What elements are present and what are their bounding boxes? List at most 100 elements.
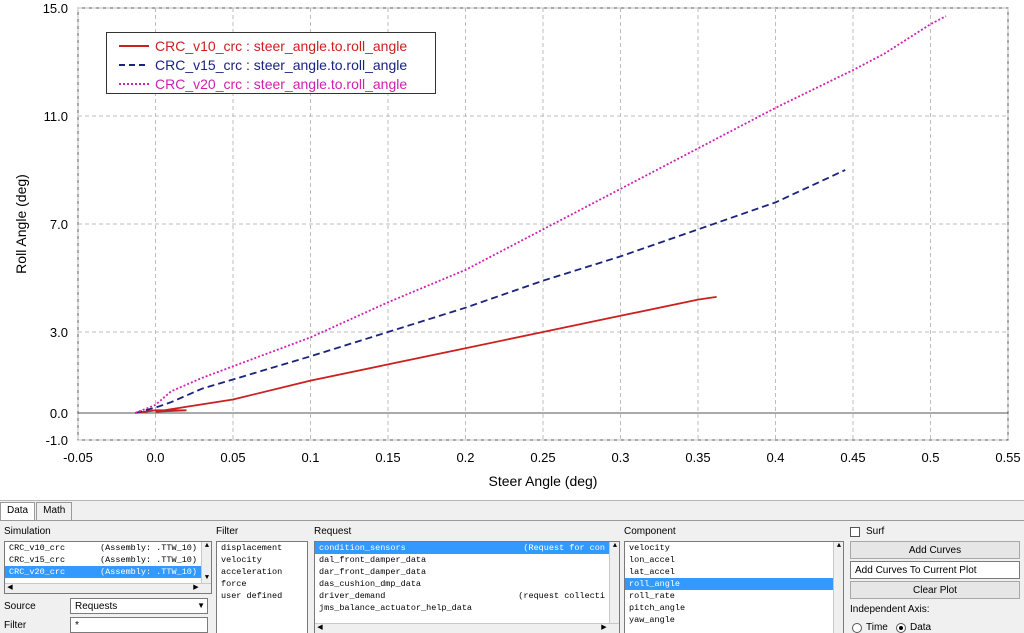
independent-axis-label: Independent Axis: [850,604,930,615]
radio-data[interactable] [896,623,906,633]
list-item[interactable]: condition_sensors (Request for con [315,542,619,554]
x-tick-label: 0.2 [456,450,474,465]
request-list[interactable]: condition_sensors (Request for con dal_fro… [314,541,620,633]
list-item[interactable]: dal_front_damper_data [315,554,619,566]
legend-label-v20: CRC_v20_crc : steer_angle.to.roll_angle [155,75,408,92]
x-tick-label: 0.4 [766,450,784,465]
simulation-vscroll[interactable]: ▲ ▼ [201,542,211,583]
list-item-detail: (Assembly: .TTW_10) [100,555,197,565]
y-tick-label: 0.0 [50,406,68,421]
x-tick-label: 0.5 [921,450,939,465]
component-list[interactable]: velocity lon_accel lat_accel roll_angle roll… [624,541,844,633]
legend-line-solid-icon [119,44,149,47]
list-item[interactable]: user defined [217,590,307,602]
scroll-down-icon[interactable]: ▼ [202,574,211,583]
scroll-left-icon[interactable]: ◀ [5,584,15,593]
list-item[interactable]: velocity [625,542,843,554]
scroll-up-icon[interactable]: ▲ [202,542,211,551]
list-item-name: lon_accel [629,555,675,565]
list-item-name: velocity [221,555,262,565]
radio-time-label: Time [866,622,888,633]
scroll-up-icon[interactable]: ▲ [834,542,843,551]
list-item[interactable]: roll_angle [625,578,843,590]
list-item-name: lat_accel [629,567,675,577]
chevron-down-icon: ▼ [197,601,205,610]
list-item-name: condition_sensors [319,543,406,553]
y-tick-label: 11.0 [44,109,68,124]
list-item[interactable]: CRC_v20_crc (Assembly: .TTW_10) [5,566,211,578]
add-curves-button[interactable]: Add Curves [850,541,1020,559]
x-tick-label: -0.05 [63,450,93,465]
simulation-label: Simulation [4,526,51,537]
clear-plot-button[interactable]: Clear Plot [850,581,1020,599]
add-mode-value: Add Curves To Current Plot [855,564,977,576]
list-item-name: CRC_v10_crc [9,543,66,553]
list-item[interactable]: lat_accel [625,566,843,578]
scroll-up-icon[interactable]: ▲ [610,542,619,551]
surf-label: Surf [866,526,885,537]
list-item[interactable]: lon_accel [625,554,843,566]
scroll-right-icon[interactable]: ▶ [191,584,201,593]
chart-legend: CRC_v10_crc : steer_angle.to.roll_angle … [106,32,436,94]
list-item[interactable]: acceleration [217,566,307,578]
source-dropdown[interactable]: Requests ▼ [70,598,208,614]
request-vscroll[interactable]: ▲ [609,542,619,623]
source-label: Source [4,601,36,612]
add-mode-dropdown[interactable]: Add Curves To Current Plot [850,561,1020,579]
simulation-hscroll[interactable]: ◀ ▶ [5,583,211,593]
list-item[interactable]: roll_rate [625,590,843,602]
filter-list[interactable]: displacement velocity acceleration force use… [216,541,308,633]
list-item-name: displacement [221,543,283,553]
list-item-name: force [221,579,247,589]
legend-entry-v15: CRC_v15_crc : steer_angle.to.roll_angle [107,55,435,74]
component-vscroll[interactable]: ▲ [833,542,843,633]
scroll-left-icon[interactable]: ◀ [315,624,325,633]
list-item[interactable]: velocity [217,554,307,566]
request-hscroll[interactable]: ◀ ▶ [315,623,619,633]
x-tick-label: 0.25 [530,450,555,465]
panel-tabs: Data Math [0,502,73,520]
y-tick-label: 15.0 [43,1,68,16]
list-item[interactable]: dar_front_damper_data [315,566,619,578]
x-tick-label: 0.1 [301,450,319,465]
list-item-name: yaw_angle [629,615,675,625]
filter-input[interactable]: * [70,617,208,633]
list-item-name: CRC_v15_crc [9,555,66,565]
source-value: Requests [75,600,118,612]
simulation-list[interactable]: CRC_v10_crc (Assembly: .TTW_10) CRC_v15_cr… [4,541,212,594]
legend-entry-v20: CRC_v20_crc : steer_angle.to.roll_angle [107,74,435,93]
list-item-name: pitch_angle [629,603,686,613]
list-item[interactable]: das_cushion_dmp_data [315,578,619,590]
list-item-detail: (Request for con [523,543,605,553]
list-item[interactable]: driver_demand (request collecti [315,590,619,602]
tab-data[interactable]: Data [0,502,36,520]
tab-math[interactable]: Math [36,502,73,520]
list-item[interactable]: displacement [217,542,307,554]
list-item[interactable]: force [217,578,307,590]
list-item-name: driver_demand [319,591,386,601]
filter-field-label: Filter [4,620,27,631]
list-item-detail: (request collecti [518,591,605,601]
radio-time[interactable] [852,623,862,633]
plot-area: -0.05 0.0 0.05 0.1 0.15 0.2 0.25 0.3 0.35 0.4 0.45… [0,0,1024,500]
list-item-name: acceleration [221,567,283,577]
surf-checkbox[interactable] [850,527,860,537]
x-tick-label: 0.55 [995,450,1020,465]
list-item-name: jms_balance_actuator_help_data [319,603,473,613]
list-item-name: velocity [629,543,670,553]
list-item[interactable]: jms_balance_actuator_help_data [315,602,619,614]
legend-label-v10: CRC_v10_crc : steer_angle.to.roll_angle [155,37,408,54]
list-item[interactable]: yaw_angle [625,614,843,626]
list-item[interactable]: CRC_v15_crc (Assembly: .TTW_10) [5,554,211,566]
list-item[interactable]: CRC_v10_crc (Assembly: .TTW_10) [5,542,211,554]
request-label: Request [314,526,352,537]
scroll-right-icon[interactable]: ▶ [599,624,609,633]
tab-divider [0,520,1024,521]
list-item-detail: (Assembly: .TTW_10) [100,567,197,577]
radio-data-label: Data [910,622,932,633]
plot-builder-panel: Data Math Simulation CRC_v10_crc (Assembl… [0,500,1024,633]
x-tick-label: 0.3 [611,450,629,465]
x-axis-label: Steer Angle (deg) [489,473,598,489]
x-tick-label: 0.35 [685,450,710,465]
list-item[interactable]: pitch_angle [625,602,843,614]
